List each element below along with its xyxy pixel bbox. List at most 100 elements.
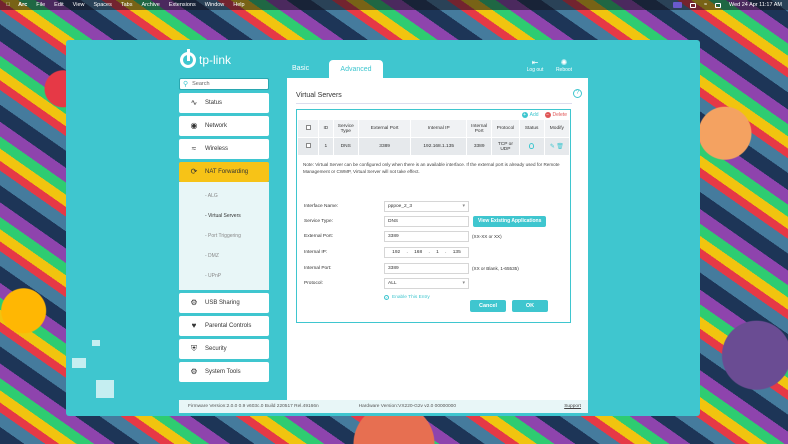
- footer: Firmware Version:2.0.0 0.9 v603c.0 Build…: [179, 400, 588, 413]
- menu-spaces[interactable]: Spaces: [93, 2, 111, 8]
- delete-label: Delete: [552, 111, 567, 118]
- sidebar-item-usb-sharing[interactable]: ⚙ USB Sharing: [179, 293, 269, 313]
- firmware-version: Firmware Version:2.0.0 0.9 v603c.0 Build…: [188, 404, 319, 409]
- internal-port-input[interactable]: 3389: [384, 262, 469, 274]
- subitem-upnp[interactable]: - UPnP: [179, 266, 269, 286]
- control-center-icon[interactable]: [715, 2, 721, 8]
- service-type-input[interactable]: DNS: [384, 215, 469, 227]
- sidebar-item-label: Parental Controls: [205, 323, 252, 329]
- header-service-type: Service Type: [332, 119, 359, 138]
- header-internal-port: Internal Port: [466, 119, 493, 138]
- cancel-button[interactable]: Cancel: [470, 300, 506, 312]
- search-icon: ⚲: [183, 81, 189, 88]
- external-port-label: External Port:: [304, 233, 334, 239]
- bulb-icon[interactable]: [529, 142, 535, 149]
- subitem-port-triggering[interactable]: - Port Triggering: [179, 226, 269, 246]
- add-button[interactable]: + Add: [521, 111, 539, 118]
- subitem-virtual-servers[interactable]: - Virtual Servers: [179, 206, 269, 226]
- note-text: Note: Virtual Server can be configured o…: [303, 162, 560, 174]
- sidebar-item-wireless[interactable]: ≈ Wireless: [179, 139, 269, 159]
- page-title: Virtual Servers: [296, 92, 342, 99]
- wifi-status-icon[interactable]: ≈: [704, 2, 707, 8]
- sidebar-item-system-tools[interactable]: ⚙ System Tools: [179, 362, 269, 382]
- sidebar-item-network[interactable]: ◉ Network: [179, 116, 269, 136]
- header-status: Status: [518, 119, 545, 138]
- view-existing-applications-button[interactable]: View Existing Applications: [473, 215, 547, 227]
- trash-icon[interactable]: 🗑: [556, 144, 564, 150]
- status-app-icon[interactable]: [672, 2, 682, 8]
- ip-octet-3[interactable]: 1: [436, 250, 439, 255]
- help-icon[interactable]: ?: [573, 89, 582, 98]
- status-icon: ∿: [190, 98, 198, 107]
- menu-view[interactable]: View: [73, 2, 85, 8]
- cell-protocol: TCP or UDP: [491, 137, 520, 156]
- brand-name: tp-link: [199, 53, 232, 67]
- subitem-alg[interactable]: - ALG: [179, 186, 269, 206]
- menu-extensions[interactable]: Extensions: [169, 2, 196, 8]
- check-icon: ✓: [384, 294, 389, 300]
- sidebar-item-parental-controls[interactable]: ♥ Parental Controls: [179, 316, 269, 336]
- service-type-label: Service Type:: [304, 218, 333, 224]
- chevron-down-icon: ▾: [462, 203, 465, 209]
- parental-icon: ♥: [191, 321, 197, 330]
- external-port-input[interactable]: 3389: [384, 230, 469, 242]
- logout-icon: ⇤: [531, 58, 539, 67]
- menu-window[interactable]: Window: [205, 2, 225, 8]
- usb-icon: ⚙: [190, 298, 198, 307]
- sidebar-item-status[interactable]: ∿ Status: [179, 93, 269, 113]
- ip-octet-4[interactable]: 135: [453, 250, 461, 255]
- table-row[interactable]: 1 DNS 3389 192.168.1.135 3389 TCP or UDP…: [297, 137, 571, 156]
- sidebar-item-label: Security: [205, 346, 227, 352]
- menu-file[interactable]: File: [36, 2, 45, 8]
- row-checkbox[interactable]: [305, 143, 311, 148]
- ip-octet-2[interactable]: 168: [414, 250, 422, 255]
- form-row-protocol: Protocol: ALL ▾: [304, 277, 469, 289]
- menu-archive[interactable]: Archive: [141, 2, 159, 8]
- protocol-value: ALL: [388, 280, 397, 286]
- delete-button[interactable]: − Delete: [544, 111, 567, 118]
- interface-value: pppoe_2_3: [388, 203, 413, 209]
- edit-icon[interactable]: ✎: [550, 144, 555, 150]
- sidebar-item-label: USB Sharing: [205, 300, 240, 306]
- menu-app[interactable]: Arc: [18, 2, 27, 8]
- support-link[interactable]: Support: [564, 404, 581, 409]
- search-input[interactable]: ⚲ Search: [179, 78, 269, 90]
- cell-internal-ip: 192.168.1.135: [410, 137, 468, 156]
- interface-select[interactable]: pppoe_2_3 ▾: [384, 200, 469, 212]
- sidebar-item-label: Wireless: [205, 146, 229, 152]
- cell-external-port: 3389: [357, 137, 412, 156]
- decorative-block: [92, 340, 100, 346]
- ok-button[interactable]: OK: [512, 300, 548, 312]
- internal-ip-label: Internal IP:: [304, 249, 328, 255]
- menu-tabs[interactable]: Tabs: [121, 2, 133, 8]
- sidebar-item-label: Network: [205, 123, 228, 129]
- delete-icon: −: [544, 111, 551, 118]
- external-port-value: 3389: [388, 233, 399, 239]
- apple-icon[interactable]: : [6, 2, 10, 8]
- table-actions: + Add − Delete: [297, 110, 570, 119]
- wifi-icon: ≈: [191, 144, 197, 153]
- enable-entry-checkbox[interactable]: ✓ Enable This Entry: [384, 294, 430, 300]
- search-placeholder: Search: [192, 81, 210, 87]
- mac-menubar:  Arc File Edit View Spaces Tabs Archive…: [0, 0, 788, 10]
- tab-advanced[interactable]: Advanced: [329, 60, 383, 78]
- menu-help[interactable]: Help: [233, 2, 244, 8]
- protocol-select[interactable]: ALL ▾: [384, 277, 469, 289]
- battery-icon[interactable]: [689, 2, 696, 8]
- clock[interactable]: Wed 24 Apr 11:17 AM: [729, 2, 782, 8]
- logout-button[interactable]: ⇤ Log out: [524, 58, 546, 73]
- tab-basic[interactable]: Basic: [292, 65, 309, 72]
- reboot-button[interactable]: ✺ Reboot: [553, 58, 575, 73]
- form-row-external-port: External Port: 3389 (XX-XX or XX): [304, 230, 502, 242]
- cell-internal-port: 3389: [466, 137, 493, 156]
- tplink-logo: tp-link: [180, 49, 232, 68]
- menu-edit[interactable]: Edit: [54, 2, 63, 8]
- sidebar-item-nat-forwarding[interactable]: ⟳ NAT Forwarding: [179, 162, 269, 182]
- sidebar-item-security[interactable]: ⛨ Security: [179, 339, 269, 359]
- internal-ip-input[interactable]: 192 . 168 . 1 . 135: [384, 246, 469, 258]
- subitem-dmz[interactable]: - DMZ: [179, 246, 269, 266]
- main-content: Virtual Servers ? + Add − Delete ID Serv…: [287, 78, 588, 413]
- sidebar-item-label: NAT Forwarding: [205, 169, 249, 175]
- select-all-checkbox[interactable]: [305, 125, 311, 130]
- ip-octet-1[interactable]: 192: [392, 250, 400, 255]
